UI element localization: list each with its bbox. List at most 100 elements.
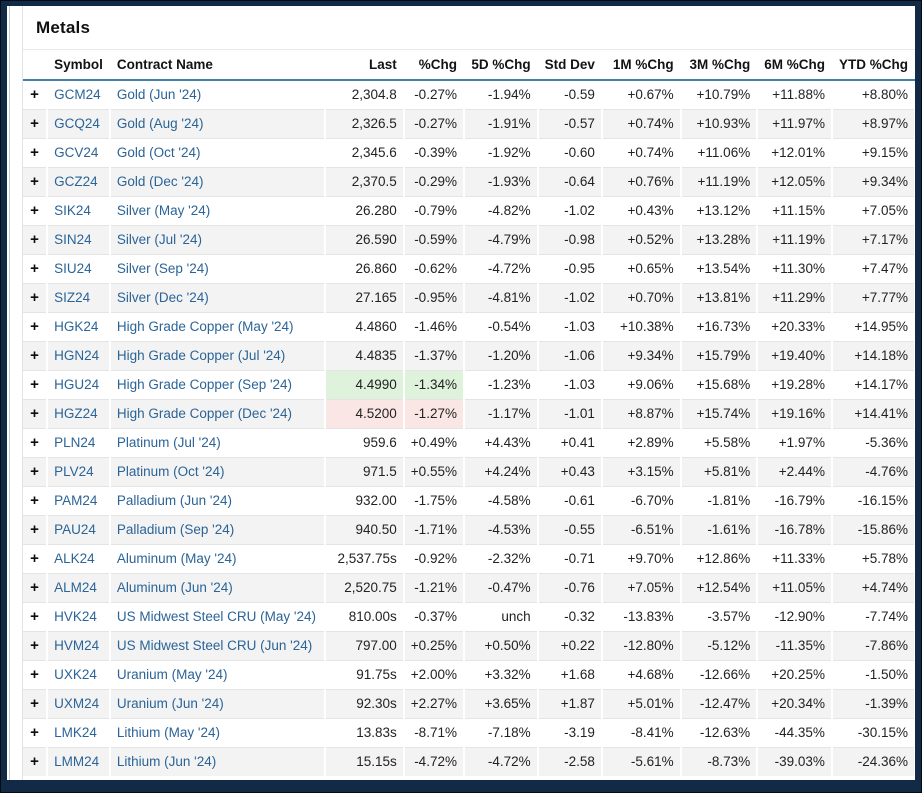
symbol-link[interactable]: GCV24: [54, 145, 98, 160]
contract-name-link[interactable]: Lithium (Jun '24): [117, 754, 216, 769]
ytd-cell: +9.15%: [832, 139, 915, 168]
expand-row-plus-icon[interactable]: +: [30, 581, 39, 595]
contract-name-link[interactable]: Gold (Jun '24): [117, 87, 201, 102]
contract-name-link[interactable]: Palladium (Sep '24): [117, 522, 234, 537]
symbol-link[interactable]: ALM24: [54, 580, 97, 595]
expand-row-plus-icon[interactable]: +: [30, 117, 39, 131]
symbol-link[interactable]: SIK24: [54, 203, 91, 218]
std-cell: -2.58: [538, 748, 602, 777]
contract-name-link[interactable]: Uranium (Jun '24): [117, 696, 224, 711]
symbol-link[interactable]: SIZ24: [54, 290, 90, 305]
symbol-link[interactable]: SIU24: [54, 261, 92, 276]
symbol-link[interactable]: GCM24: [54, 87, 101, 102]
symbol-link[interactable]: HGU24: [54, 377, 99, 392]
symbol-link[interactable]: UXM24: [54, 696, 99, 711]
last-cell: 2,520.75: [325, 574, 404, 603]
m1-cell: +0.52%: [602, 226, 681, 255]
expand-row-plus-icon[interactable]: +: [30, 465, 39, 479]
last-cell: 4.4860: [325, 313, 404, 342]
contract-name-link[interactable]: US Midwest Steel CRU (Jun '24): [117, 638, 312, 653]
contract-name-link[interactable]: High Grade Copper (Jul '24): [117, 348, 285, 363]
symbol-link[interactable]: HGK24: [54, 319, 98, 334]
expand-row-plus-icon[interactable]: +: [30, 552, 39, 566]
expand-row-plus-icon[interactable]: +: [30, 88, 39, 102]
contract-name-link[interactable]: Platinum (Jul '24): [117, 435, 221, 450]
col-header-d5[interactable]: 5D %Chg: [464, 50, 538, 80]
symbol-link[interactable]: HGZ24: [54, 406, 98, 421]
symbol-link[interactable]: LMK24: [54, 725, 97, 740]
expand-row-plus-icon[interactable]: +: [30, 291, 39, 305]
expand-row-plus-icon[interactable]: +: [30, 697, 39, 711]
symbol-link[interactable]: UXK24: [54, 667, 97, 682]
contract-name-link[interactable]: Silver (Dec '24): [117, 290, 209, 305]
symbol-link[interactable]: PLN24: [54, 435, 95, 450]
table-header-row: SymbolContract NameLast%Chg5D %ChgStd De…: [23, 50, 915, 80]
expand-row-plus-icon[interactable]: +: [30, 639, 39, 653]
symbol-link[interactable]: PAU24: [54, 522, 96, 537]
expand-row-plus-icon[interactable]: +: [30, 523, 39, 537]
expand-row-plus-icon[interactable]: +: [30, 349, 39, 363]
expand-row-plus-icon[interactable]: +: [30, 233, 39, 247]
symbol-link[interactable]: SIN24: [54, 232, 92, 247]
contract-name-link[interactable]: Lithium (May '24): [117, 725, 220, 740]
symbol-link[interactable]: ALK24: [54, 551, 95, 566]
contract-name-link[interactable]: Gold (Aug '24): [117, 116, 204, 131]
symbol-link[interactable]: PLV24: [54, 464, 94, 479]
contract-name-link[interactable]: High Grade Copper (Sep '24): [117, 377, 292, 392]
contract-name-link[interactable]: Uranium (May '24): [117, 667, 228, 682]
symbol-link[interactable]: PAM24: [54, 493, 97, 508]
symbol-link[interactable]: HVK24: [54, 609, 97, 624]
contract-name-link[interactable]: High Grade Copper (May '24): [117, 319, 294, 334]
contract-name-link[interactable]: High Grade Copper (Dec '24): [117, 406, 292, 421]
m6-cell: +2.44%: [757, 458, 832, 487]
std-cell: -0.64: [538, 168, 602, 197]
expand-row-plus-icon[interactable]: +: [30, 755, 39, 769]
last-cell: 27.165: [325, 284, 404, 313]
expand-row-plus-icon[interactable]: +: [30, 204, 39, 218]
col-header-m1[interactable]: 1M %Chg: [602, 50, 681, 80]
contract-name-link[interactable]: Aluminum (Jun '24): [117, 580, 233, 595]
expand-row-plus-icon[interactable]: +: [30, 378, 39, 392]
col-header-symbol[interactable]: Symbol: [47, 50, 110, 80]
contract-name-link[interactable]: Silver (Sep '24): [117, 261, 209, 276]
contract-name-link[interactable]: Aluminum (May '24): [117, 551, 237, 566]
contract-name-link[interactable]: Palladium (Jun '24): [117, 493, 232, 508]
table-row: +GCZ24Gold (Dec '24)2,370.5-0.29%-1.93%-…: [23, 168, 915, 197]
expand-row-plus-icon[interactable]: +: [30, 668, 39, 682]
ytd-cell: +7.17%: [832, 226, 915, 255]
col-header-m6[interactable]: 6M %Chg: [757, 50, 832, 80]
m1-cell: +0.65%: [602, 255, 681, 284]
expand-row-plus-icon[interactable]: +: [30, 175, 39, 189]
ytd-cell: -7.74%: [832, 603, 915, 632]
expand-row-plus-icon[interactable]: +: [30, 610, 39, 624]
col-header-std[interactable]: Std Dev: [538, 50, 602, 80]
expand-row-plus-icon[interactable]: +: [30, 436, 39, 450]
symbol-link[interactable]: HGN24: [54, 348, 99, 363]
m1-cell: +0.70%: [602, 284, 681, 313]
col-header-last[interactable]: Last: [325, 50, 404, 80]
chg-cell: -0.59%: [404, 226, 464, 255]
col-header-name[interactable]: Contract Name: [110, 50, 325, 80]
col-header-ytd[interactable]: YTD %Chg: [832, 50, 915, 80]
contract-name-link[interactable]: Gold (Oct '24): [117, 145, 201, 160]
contract-name-link[interactable]: Gold (Dec '24): [117, 174, 204, 189]
col-header-m3[interactable]: 3M %Chg: [681, 50, 758, 80]
col-header-chg[interactable]: %Chg: [404, 50, 464, 80]
expand-row-plus-icon[interactable]: +: [30, 146, 39, 160]
std-cell: +0.41: [538, 429, 602, 458]
contract-name-link[interactable]: Platinum (Oct '24): [117, 464, 225, 479]
symbol-link[interactable]: GCQ24: [54, 116, 100, 131]
expand-row-plus-icon[interactable]: +: [30, 407, 39, 421]
contract-name-link[interactable]: Silver (May '24): [117, 203, 210, 218]
contract-name-link[interactable]: US Midwest Steel CRU (May '24): [117, 609, 316, 624]
expand-row-plus-icon[interactable]: +: [30, 494, 39, 508]
std-cell: -0.59: [538, 80, 602, 110]
table-row: +LMM24Lithium (Jun '24)15.15s-4.72%-4.72…: [23, 748, 915, 777]
symbol-link[interactable]: LMM24: [54, 754, 99, 769]
expand-row-plus-icon[interactable]: +: [30, 320, 39, 334]
expand-row-plus-icon[interactable]: +: [30, 262, 39, 276]
symbol-link[interactable]: HVM24: [54, 638, 99, 653]
symbol-link[interactable]: GCZ24: [54, 174, 98, 189]
expand-row-plus-icon[interactable]: +: [30, 726, 39, 740]
contract-name-link[interactable]: Silver (Jul '24): [117, 232, 202, 247]
